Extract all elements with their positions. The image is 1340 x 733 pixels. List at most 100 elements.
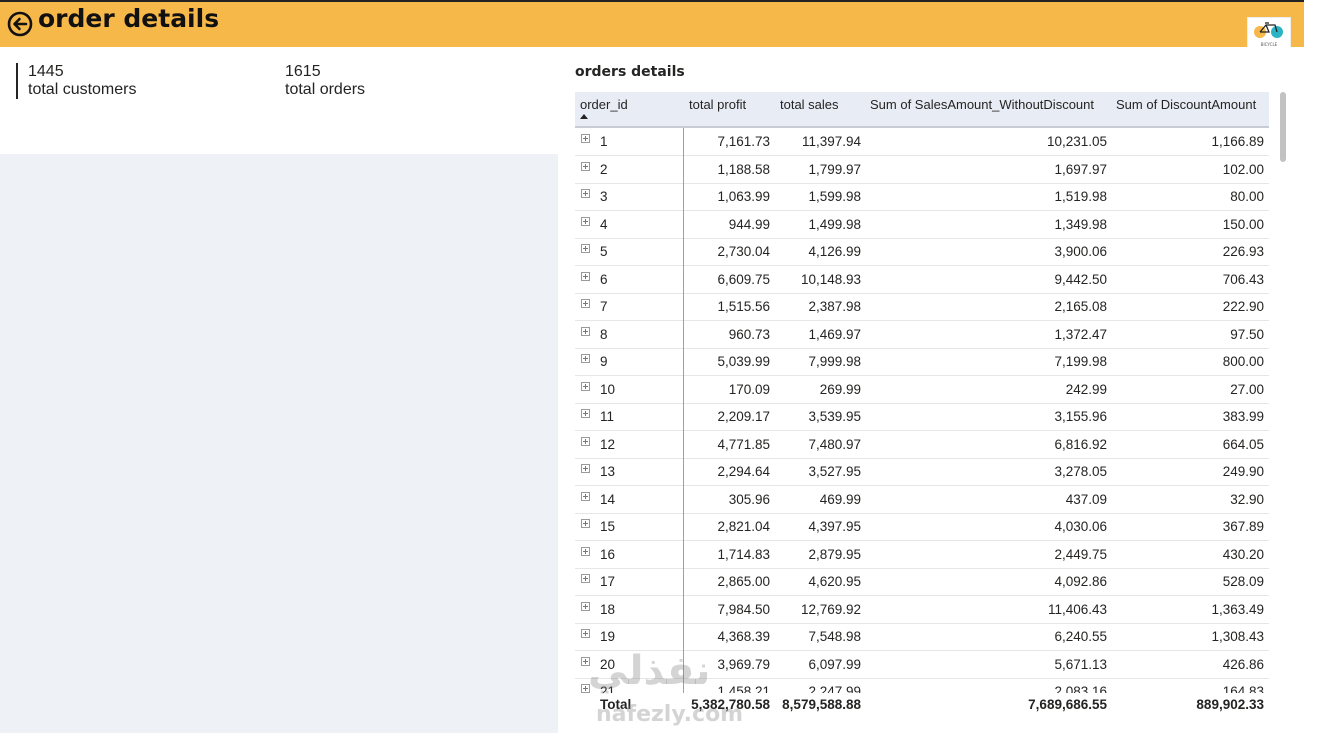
table-row[interactable]: 1 7,161.73 11,397.94 10,231.05 1,166.89	[575, 128, 1269, 156]
cell-discount-amount: 27.00	[1230, 381, 1264, 397]
table-row[interactable]: 13 2,294.64 3,527.95 3,278.05 249.90	[575, 458, 1269, 486]
table-row[interactable]: 5 2,730.04 4,126.99 3,900.06 226.93	[575, 238, 1269, 266]
page-header: order details	[0, 2, 1304, 47]
back-arrow-icon[interactable]	[7, 11, 33, 37]
cell-sales-without-discount: 6,816.92	[1054, 436, 1107, 452]
page-title: order details	[38, 4, 220, 33]
cell-order-id: 17	[600, 574, 616, 589]
expand-row-icon[interactable]	[581, 409, 590, 418]
cell-total-profit: 1,458.21	[717, 684, 770, 693]
table-row[interactable]: 11 2,209.17 3,539.95 3,155.96 383.99	[575, 403, 1269, 431]
cell-order-id: 16	[600, 546, 616, 562]
cell-discount-amount: 1,308.43	[1211, 629, 1264, 644]
cell-discount-amount: 222.90	[1222, 299, 1264, 314]
watermark-latin: nafezly.com	[596, 702, 744, 727]
expand-row-icon[interactable]	[581, 546, 590, 556]
column-header-order-id[interactable]: order_id	[580, 97, 628, 112]
cell-order-id: 19	[600, 629, 616, 644]
cell-total-profit: 2,209.17	[717, 409, 770, 424]
table-row[interactable]: 2 1,188.58 1,799.97 1,697.97 102.00	[575, 156, 1269, 184]
cell-total-sales: 269.99	[819, 381, 861, 397]
table-row[interactable]: 12 4,771.85 7,480.97 6,816.92 664.05	[575, 431, 1269, 459]
cell-order-id: 15	[600, 519, 616, 534]
cell-discount-amount: 226.93	[1222, 244, 1264, 259]
cell-discount-amount: 249.90	[1222, 464, 1264, 479]
cell-total-profit: 4,771.85	[717, 436, 770, 452]
table-row[interactable]: 4 944.99 1,499.98 1,349.98 150.00	[575, 211, 1269, 239]
cell-total-profit: 7,984.50	[717, 601, 770, 617]
cell-order-id: 13	[600, 464, 616, 479]
cell-total-sales: 4,126.99	[808, 244, 861, 259]
table-row[interactable]: 14 305.96 469.99 437.09 32.90	[575, 486, 1269, 514]
cell-discount-amount: 150.00	[1222, 216, 1264, 232]
expand-row-icon[interactable]	[581, 354, 590, 363]
table-body[interactable]: 1 7,161.73 11,397.94 10,231.05 1,166.89 2 1,18…	[575, 128, 1269, 693]
expand-row-icon[interactable]	[581, 299, 590, 308]
sort-ascending-icon	[580, 114, 588, 119]
cell-discount-amount: 664.05	[1222, 436, 1264, 452]
cell-total-sales: 3,527.95	[808, 464, 861, 479]
cell-total-profit: 3,969.79	[717, 656, 770, 672]
table-row[interactable]: 3 1,063.99 1,599.98 1,519.98 80.00	[575, 183, 1269, 211]
cell-order-id: 14	[600, 491, 616, 507]
kpi-panel: 1445 total customers 1615 total orders	[0, 47, 558, 154]
column-separator	[683, 128, 684, 693]
table-row[interactable]: 18 7,984.50 12,769.92 11,406.43 1,363.49	[575, 596, 1269, 624]
cell-order-id: 10	[600, 381, 616, 397]
expand-row-icon[interactable]	[581, 161, 590, 171]
column-header-total-sales[interactable]: total sales	[780, 97, 839, 112]
column-header-total-profit[interactable]: total profit	[689, 97, 746, 112]
cell-total-sales: 1,599.98	[808, 189, 861, 204]
table-row[interactable]: 19 4,368.39 7,548.98 6,240.55 1,308.43	[575, 623, 1269, 651]
cell-total-sales: 4,620.95	[808, 574, 861, 589]
expand-row-icon[interactable]	[581, 491, 590, 501]
cell-order-id: 8	[600, 326, 608, 342]
table-row[interactable]: 16 1,714.83 2,879.95 2,449.75 430.20	[575, 541, 1269, 569]
expand-row-icon[interactable]	[581, 436, 590, 446]
cell-order-id: 5	[600, 244, 608, 259]
expand-row-icon[interactable]	[581, 574, 590, 583]
total-discount: 889,902.33	[1196, 697, 1264, 712]
kpi-total-orders: 1615 total orders	[285, 63, 365, 99]
cell-total-profit: 1,063.99	[717, 189, 770, 204]
expand-row-icon[interactable]	[581, 134, 590, 143]
expand-row-icon[interactable]	[581, 189, 590, 198]
cell-discount-amount: 1,166.89	[1211, 134, 1264, 149]
expand-row-icon[interactable]	[581, 381, 590, 391]
column-header-discount-amount[interactable]: Sum of DiscountAmount	[1116, 97, 1256, 112]
table-header: order_id total profit total sales Sum of…	[575, 92, 1269, 128]
expand-row-icon[interactable]	[581, 216, 590, 226]
cell-order-id: 6	[600, 271, 608, 287]
table-row[interactable]: 15 2,821.04 4,397.95 4,030.06 367.89	[575, 513, 1269, 541]
expand-row-icon[interactable]	[581, 271, 590, 281]
table-row[interactable]: 17 2,865.00 4,620.95 4,092.86 528.09	[575, 568, 1269, 596]
expand-row-icon[interactable]	[581, 464, 590, 473]
kpi-total-customers: 1445 total customers	[28, 63, 136, 99]
table-row[interactable]: 6 6,609.75 10,148.93 9,442.50 706.43	[575, 266, 1269, 294]
vertical-scrollbar[interactable]	[1280, 92, 1286, 162]
column-header-sales-without-discount[interactable]: Sum of SalesAmount_WithoutDiscount	[870, 97, 1094, 112]
cell-sales-without-discount: 11,406.43	[1047, 601, 1107, 617]
table-row[interactable]: 8 960.73 1,469.97 1,372.47 97.50	[575, 321, 1269, 349]
cell-sales-without-discount: 1,372.47	[1054, 326, 1107, 342]
cell-order-id: 12	[600, 436, 616, 452]
table-row[interactable]: 7 1,515.56 2,387.98 2,165.08 222.90	[575, 293, 1269, 321]
cell-discount-amount: 800.00	[1222, 354, 1264, 369]
cell-total-profit: 4,368.39	[717, 629, 770, 644]
cell-total-profit: 1,714.83	[717, 546, 770, 562]
cell-total-sales: 1,799.97	[808, 161, 861, 177]
cell-total-profit: 170.09	[728, 381, 770, 397]
expand-row-icon[interactable]	[581, 519, 590, 528]
table-row[interactable]: 10 170.09 269.99 242.99 27.00	[575, 376, 1269, 404]
expand-row-icon[interactable]	[581, 629, 590, 638]
cell-sales-without-discount: 1,519.98	[1054, 189, 1107, 204]
expand-row-icon[interactable]	[581, 244, 590, 253]
cell-total-profit: 2,865.00	[717, 574, 770, 589]
cell-sales-without-discount: 2,083.16	[1054, 684, 1107, 693]
cell-sales-without-discount: 3,155.96	[1054, 409, 1107, 424]
table-row[interactable]: 9 5,039.99 7,999.98 7,199.98 800.00	[575, 348, 1269, 376]
expand-row-icon[interactable]	[581, 601, 590, 611]
total-sales: 8,579,588.88	[782, 697, 861, 712]
expand-row-icon[interactable]	[581, 326, 590, 336]
table-title: orders details	[575, 64, 685, 80]
